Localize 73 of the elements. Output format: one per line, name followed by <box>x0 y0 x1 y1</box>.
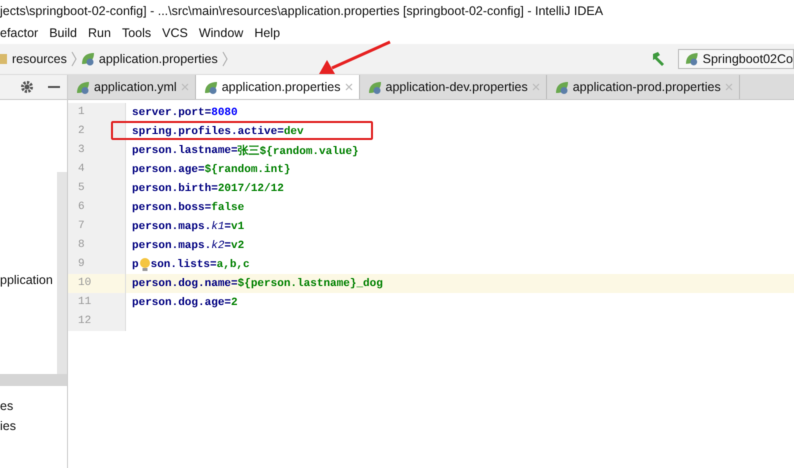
code-token: v1 <box>231 220 244 232</box>
line-number: 9 <box>68 255 126 274</box>
code-token: false <box>211 202 244 214</box>
line-number: 7 <box>68 217 126 236</box>
code-token: son.lists= <box>150 258 217 270</box>
line-number: 1 <box>68 103 126 122</box>
code-token: k1 <box>211 220 224 232</box>
code-token: person.birth= <box>132 182 218 194</box>
editor-tab[interactable]: application.properties <box>196 75 360 99</box>
menu-item[interactable]: VCS <box>162 26 188 40</box>
menu-item[interactable]: Window <box>198 26 244 40</box>
leaf-icon <box>368 80 382 94</box>
close-icon[interactable] <box>180 83 189 91</box>
close-icon[interactable] <box>344 83 353 91</box>
code-token: = <box>224 240 232 252</box>
line-number: 4 <box>68 160 126 179</box>
code-token: spring.profiles.active= <box>132 126 284 138</box>
code-token: = <box>224 220 232 232</box>
breadcrumb-item[interactable]: resources <box>12 52 67 66</box>
tree-item[interactable] <box>0 374 67 386</box>
close-icon[interactable] <box>532 83 540 91</box>
editor-tab[interactable]: application.yml <box>68 75 196 99</box>
menu-item[interactable]: Tools <box>122 26 152 40</box>
chevron-icon <box>70 50 77 68</box>
code-token: person.dog.name= <box>132 278 238 290</box>
window-title: jects\springboot-02-config] - ...\src\main\resources\application.properties [springboot-02-config] - IntelliJ IDEA <box>0 4 604 18</box>
leaf-icon <box>80 52 95 66</box>
code-token: 2 <box>231 296 238 308</box>
tree-item[interactable]: pplication <box>0 270 67 290</box>
line-number: 11 <box>68 293 126 312</box>
code-token: 2017/12/12 <box>218 182 284 194</box>
leaf-icon <box>685 52 699 66</box>
code-token: person.dog.age= <box>132 296 232 308</box>
chevron-icon <box>222 50 228 68</box>
code-token: 张三${random.value} <box>238 144 359 158</box>
menu-item[interactable]: efactor <box>0 26 38 40</box>
code-token: person.lastname= <box>132 144 238 156</box>
code-token: 8080 <box>211 106 238 118</box>
menu-item[interactable]: Build <box>49 26 78 40</box>
close-icon[interactable] <box>724 83 733 91</box>
tree-item[interactable]: ies <box>0 416 67 436</box>
leaf-icon <box>76 80 90 94</box>
line-number: 2 <box>68 122 126 141</box>
lightbulb-icon[interactable] <box>138 256 152 272</box>
code-token: k2 <box>211 240 224 252</box>
code-token: p <box>132 258 139 270</box>
menu-item[interactable]: Help <box>254 26 280 40</box>
code-token: v2 <box>231 240 244 252</box>
leaf-icon <box>204 80 218 94</box>
line-number: 6 <box>68 198 126 217</box>
leaf-icon <box>554 80 569 94</box>
code-token: dev <box>284 126 304 138</box>
hammer-icon[interactable] <box>650 51 666 67</box>
settings-icon[interactable] <box>20 80 34 94</box>
menu-item[interactable]: Run <box>88 26 111 40</box>
breadcrumb-item[interactable]: application.properties <box>98 52 218 66</box>
run-configuration-dropdown[interactable]: Springboot02Co <box>678 49 794 69</box>
code-token: person.maps. <box>132 220 212 232</box>
code-token: person.boss= <box>132 202 212 214</box>
code-token: person.maps. <box>132 240 212 252</box>
code-token: server.port= <box>132 106 212 118</box>
code-token: ${random.int} <box>204 164 290 176</box>
tree-item[interactable]: es <box>0 396 67 416</box>
editor-tab[interactable]: application-prod.properties <box>546 75 740 99</box>
line-number: 8 <box>68 236 126 255</box>
editor-tab[interactable]: application-dev.properties <box>360 75 547 99</box>
line-number: 12 <box>68 312 126 331</box>
code-token: ${person.lastname}_dog <box>238 278 383 290</box>
code-token: person.age= <box>132 164 205 176</box>
line-number: 3 <box>68 141 126 160</box>
folder-icon <box>0 52 8 66</box>
code-token: a,b,c <box>216 258 250 270</box>
line-number: 5 <box>68 179 126 198</box>
